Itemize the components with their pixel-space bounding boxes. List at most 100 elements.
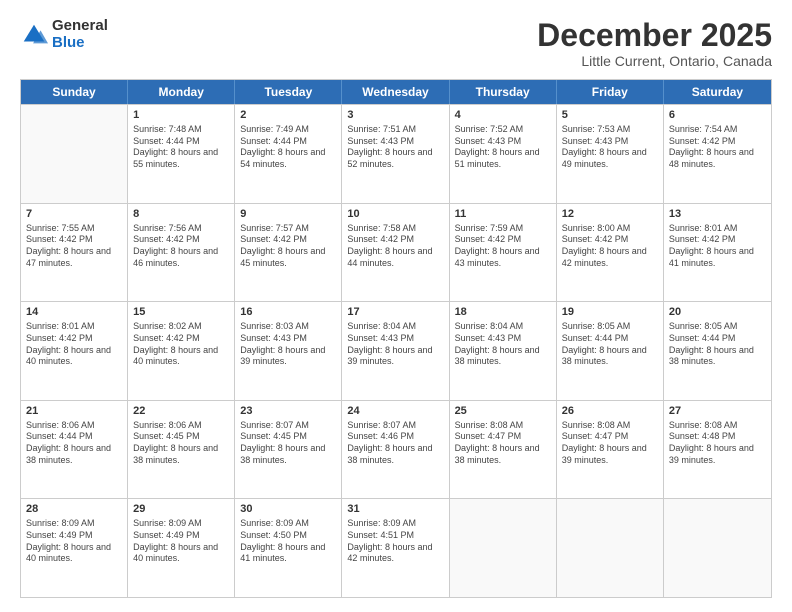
cell-sunset: Sunset: 4:42 PM: [669, 234, 766, 246]
calendar-cell: 24 Sunrise: 8:07 AM Sunset: 4:46 PM Dayl…: [342, 401, 449, 499]
cell-daylight: Daylight: 8 hours and 55 minutes.: [133, 147, 229, 170]
day-number: 21: [26, 404, 122, 419]
cell-sunrise: Sunrise: 8:09 AM: [133, 518, 229, 530]
calendar-cell: 8 Sunrise: 7:56 AM Sunset: 4:42 PM Dayli…: [128, 204, 235, 302]
cell-sunrise: Sunrise: 7:58 AM: [347, 223, 443, 235]
calendar-cell: [450, 499, 557, 597]
cell-sunset: Sunset: 4:43 PM: [455, 136, 551, 148]
calendar-cell: 2 Sunrise: 7:49 AM Sunset: 4:44 PM Dayli…: [235, 105, 342, 203]
calendar-row: 14 Sunrise: 8:01 AM Sunset: 4:42 PM Dayl…: [21, 301, 771, 400]
calendar-cell: 1 Sunrise: 7:48 AM Sunset: 4:44 PM Dayli…: [128, 105, 235, 203]
calendar-cell: 25 Sunrise: 8:08 AM Sunset: 4:47 PM Dayl…: [450, 401, 557, 499]
day-number: 22: [133, 404, 229, 419]
day-number: 25: [455, 404, 551, 419]
calendar-cell: 10 Sunrise: 7:58 AM Sunset: 4:42 PM Dayl…: [342, 204, 449, 302]
cell-sunset: Sunset: 4:42 PM: [669, 136, 766, 148]
cell-sunrise: Sunrise: 8:00 AM: [562, 223, 658, 235]
header: General Blue December 2025 Little Curren…: [20, 18, 772, 69]
cell-sunset: Sunset: 4:43 PM: [562, 136, 658, 148]
cell-sunset: Sunset: 4:45 PM: [240, 431, 336, 443]
cell-sunrise: Sunrise: 8:05 AM: [562, 321, 658, 333]
calendar-cell: 4 Sunrise: 7:52 AM Sunset: 4:43 PM Dayli…: [450, 105, 557, 203]
calendar: SundayMondayTuesdayWednesdayThursdayFrid…: [20, 79, 772, 598]
cell-sunset: Sunset: 4:42 PM: [133, 234, 229, 246]
title-month: December 2025: [537, 18, 772, 53]
calendar-cell: 29 Sunrise: 8:09 AM Sunset: 4:49 PM Dayl…: [128, 499, 235, 597]
cell-sunset: Sunset: 4:44 PM: [240, 136, 336, 148]
day-number: 6: [669, 108, 766, 123]
calendar-body: 1 Sunrise: 7:48 AM Sunset: 4:44 PM Dayli…: [21, 104, 771, 597]
day-number: 11: [455, 207, 551, 222]
calendar-cell: 16 Sunrise: 8:03 AM Sunset: 4:43 PM Dayl…: [235, 302, 342, 400]
cell-daylight: Daylight: 8 hours and 38 minutes.: [26, 443, 122, 466]
cell-sunset: Sunset: 4:43 PM: [347, 136, 443, 148]
cell-daylight: Daylight: 8 hours and 38 minutes.: [133, 443, 229, 466]
cell-sunset: Sunset: 4:42 PM: [562, 234, 658, 246]
calendar-row: 21 Sunrise: 8:06 AM Sunset: 4:44 PM Dayl…: [21, 400, 771, 499]
cell-sunrise: Sunrise: 7:48 AM: [133, 124, 229, 136]
cell-daylight: Daylight: 8 hours and 45 minutes.: [240, 246, 336, 269]
header-day: Thursday: [450, 80, 557, 104]
cell-sunset: Sunset: 4:42 PM: [133, 333, 229, 345]
calendar-cell: 11 Sunrise: 7:59 AM Sunset: 4:42 PM Dayl…: [450, 204, 557, 302]
logo: General Blue: [20, 18, 108, 51]
calendar-cell: [664, 499, 771, 597]
calendar-cell: 15 Sunrise: 8:02 AM Sunset: 4:42 PM Dayl…: [128, 302, 235, 400]
cell-sunset: Sunset: 4:45 PM: [133, 431, 229, 443]
cell-sunrise: Sunrise: 8:09 AM: [240, 518, 336, 530]
cell-sunrise: Sunrise: 7:51 AM: [347, 124, 443, 136]
day-number: 23: [240, 404, 336, 419]
cell-sunrise: Sunrise: 7:57 AM: [240, 223, 336, 235]
cell-sunset: Sunset: 4:51 PM: [347, 530, 443, 542]
day-number: 5: [562, 108, 658, 123]
title-block: December 2025 Little Current, Ontario, C…: [537, 18, 772, 69]
cell-sunrise: Sunrise: 8:01 AM: [26, 321, 122, 333]
header-day: Sunday: [21, 80, 128, 104]
cell-daylight: Daylight: 8 hours and 38 minutes.: [455, 345, 551, 368]
calendar-cell: 6 Sunrise: 7:54 AM Sunset: 4:42 PM Dayli…: [664, 105, 771, 203]
calendar-cell: 22 Sunrise: 8:06 AM Sunset: 4:45 PM Dayl…: [128, 401, 235, 499]
cell-daylight: Daylight: 8 hours and 42 minutes.: [562, 246, 658, 269]
cell-daylight: Daylight: 8 hours and 39 minutes.: [562, 443, 658, 466]
day-number: 18: [455, 305, 551, 320]
day-number: 28: [26, 502, 122, 517]
day-number: 16: [240, 305, 336, 320]
cell-sunset: Sunset: 4:43 PM: [455, 333, 551, 345]
cell-daylight: Daylight: 8 hours and 38 minutes.: [240, 443, 336, 466]
cell-sunset: Sunset: 4:48 PM: [669, 431, 766, 443]
cell-daylight: Daylight: 8 hours and 44 minutes.: [347, 246, 443, 269]
day-number: 29: [133, 502, 229, 517]
calendar-row: 28 Sunrise: 8:09 AM Sunset: 4:49 PM Dayl…: [21, 498, 771, 597]
cell-sunset: Sunset: 4:49 PM: [26, 530, 122, 542]
cell-daylight: Daylight: 8 hours and 40 minutes.: [26, 345, 122, 368]
day-number: 26: [562, 404, 658, 419]
cell-sunset: Sunset: 4:43 PM: [347, 333, 443, 345]
calendar-cell: 28 Sunrise: 8:09 AM Sunset: 4:49 PM Dayl…: [21, 499, 128, 597]
cell-daylight: Daylight: 8 hours and 39 minutes.: [240, 345, 336, 368]
day-number: 13: [669, 207, 766, 222]
calendar-cell: 5 Sunrise: 7:53 AM Sunset: 4:43 PM Dayli…: [557, 105, 664, 203]
cell-sunset: Sunset: 4:47 PM: [562, 431, 658, 443]
cell-sunrise: Sunrise: 8:06 AM: [26, 420, 122, 432]
calendar-cell: 26 Sunrise: 8:08 AM Sunset: 4:47 PM Dayl…: [557, 401, 664, 499]
cell-sunset: Sunset: 4:47 PM: [455, 431, 551, 443]
calendar-cell: 9 Sunrise: 7:57 AM Sunset: 4:42 PM Dayli…: [235, 204, 342, 302]
calendar-cell: [21, 105, 128, 203]
calendar-cell: 23 Sunrise: 8:07 AM Sunset: 4:45 PM Dayl…: [235, 401, 342, 499]
day-number: 8: [133, 207, 229, 222]
cell-sunrise: Sunrise: 8:04 AM: [347, 321, 443, 333]
logo-text: General Blue: [52, 18, 108, 51]
day-number: 27: [669, 404, 766, 419]
cell-sunrise: Sunrise: 7:55 AM: [26, 223, 122, 235]
cell-sunrise: Sunrise: 7:56 AM: [133, 223, 229, 235]
logo-blue: Blue: [52, 35, 108, 52]
cell-daylight: Daylight: 8 hours and 41 minutes.: [669, 246, 766, 269]
cell-sunrise: Sunrise: 8:09 AM: [347, 518, 443, 530]
day-number: 31: [347, 502, 443, 517]
page: General Blue December 2025 Little Curren…: [0, 0, 792, 612]
cell-sunrise: Sunrise: 8:07 AM: [347, 420, 443, 432]
cell-sunrise: Sunrise: 8:01 AM: [669, 223, 766, 235]
calendar-cell: 13 Sunrise: 8:01 AM Sunset: 4:42 PM Dayl…: [664, 204, 771, 302]
cell-daylight: Daylight: 8 hours and 40 minutes.: [133, 345, 229, 368]
cell-sunset: Sunset: 4:42 PM: [347, 234, 443, 246]
